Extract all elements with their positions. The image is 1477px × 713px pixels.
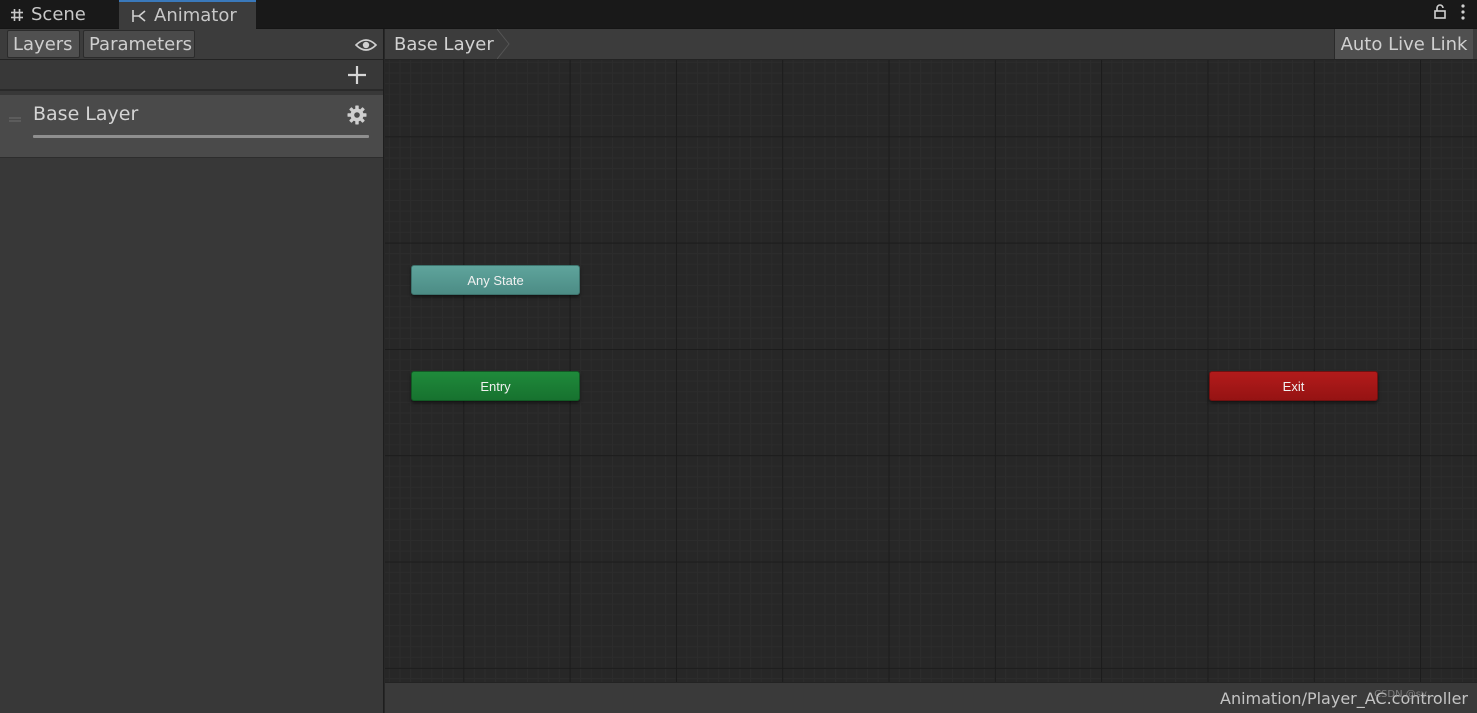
status-bar: Animation/Player_AC.controller CSDN @sy.…: [385, 682, 1477, 713]
tab-animator-label: Animator: [154, 5, 237, 26]
hash-icon: [10, 8, 24, 22]
kebab-menu-icon[interactable]: [1461, 4, 1465, 24]
layers-tab-button[interactable]: Layers: [7, 30, 80, 58]
window-actions: [1433, 4, 1465, 24]
layer-weight-slider[interactable]: [33, 135, 369, 138]
add-layer-row: [0, 60, 383, 91]
layers-panel-toolbar: Layers Parameters: [0, 29, 383, 60]
breadcrumb[interactable]: Base Layer: [385, 28, 515, 60]
state-node-exit[interactable]: Exit: [1209, 371, 1378, 401]
parameters-tab-button[interactable]: Parameters: [83, 30, 195, 58]
lock-icon[interactable]: [1433, 4, 1447, 24]
state-node-label: Exit: [1282, 378, 1305, 394]
breadcrumb-separator-icon: [496, 28, 515, 63]
state-node-any-state[interactable]: Any State: [411, 265, 580, 295]
drag-handle-icon[interactable]: [9, 108, 21, 127]
plus-icon[interactable]: [347, 65, 367, 89]
eye-icon[interactable]: [354, 37, 378, 56]
state-node-entry[interactable]: Entry: [411, 371, 580, 401]
state-node-label: Any State: [467, 272, 524, 288]
animator-icon: [131, 9, 147, 23]
layer-list-item[interactable]: Base Layer: [0, 95, 383, 158]
tab-scene-label: Scene: [31, 4, 86, 25]
layers-panel: Layers Parameters Base Layer: [0, 29, 384, 713]
editor-tab-bar: Scene Animator: [0, 0, 1477, 29]
watermark: CSDN @sy...: [1374, 689, 1435, 700]
layer-name: Base Layer: [33, 103, 139, 125]
state-machine-graph[interactable]: Any State Entry Exit: [385, 60, 1477, 682]
breadcrumb-item-base-layer[interactable]: Base Layer: [385, 34, 494, 55]
tab-scene[interactable]: Scene: [0, 0, 118, 29]
auto-live-link-button[interactable]: Auto Live Link: [1334, 29, 1473, 59]
gear-icon[interactable]: [347, 105, 367, 129]
graph-toolbar: Base Layer Auto Live Link: [385, 28, 1477, 60]
state-node-label: Entry: [480, 378, 511, 394]
tab-animator[interactable]: Animator: [119, 0, 256, 29]
